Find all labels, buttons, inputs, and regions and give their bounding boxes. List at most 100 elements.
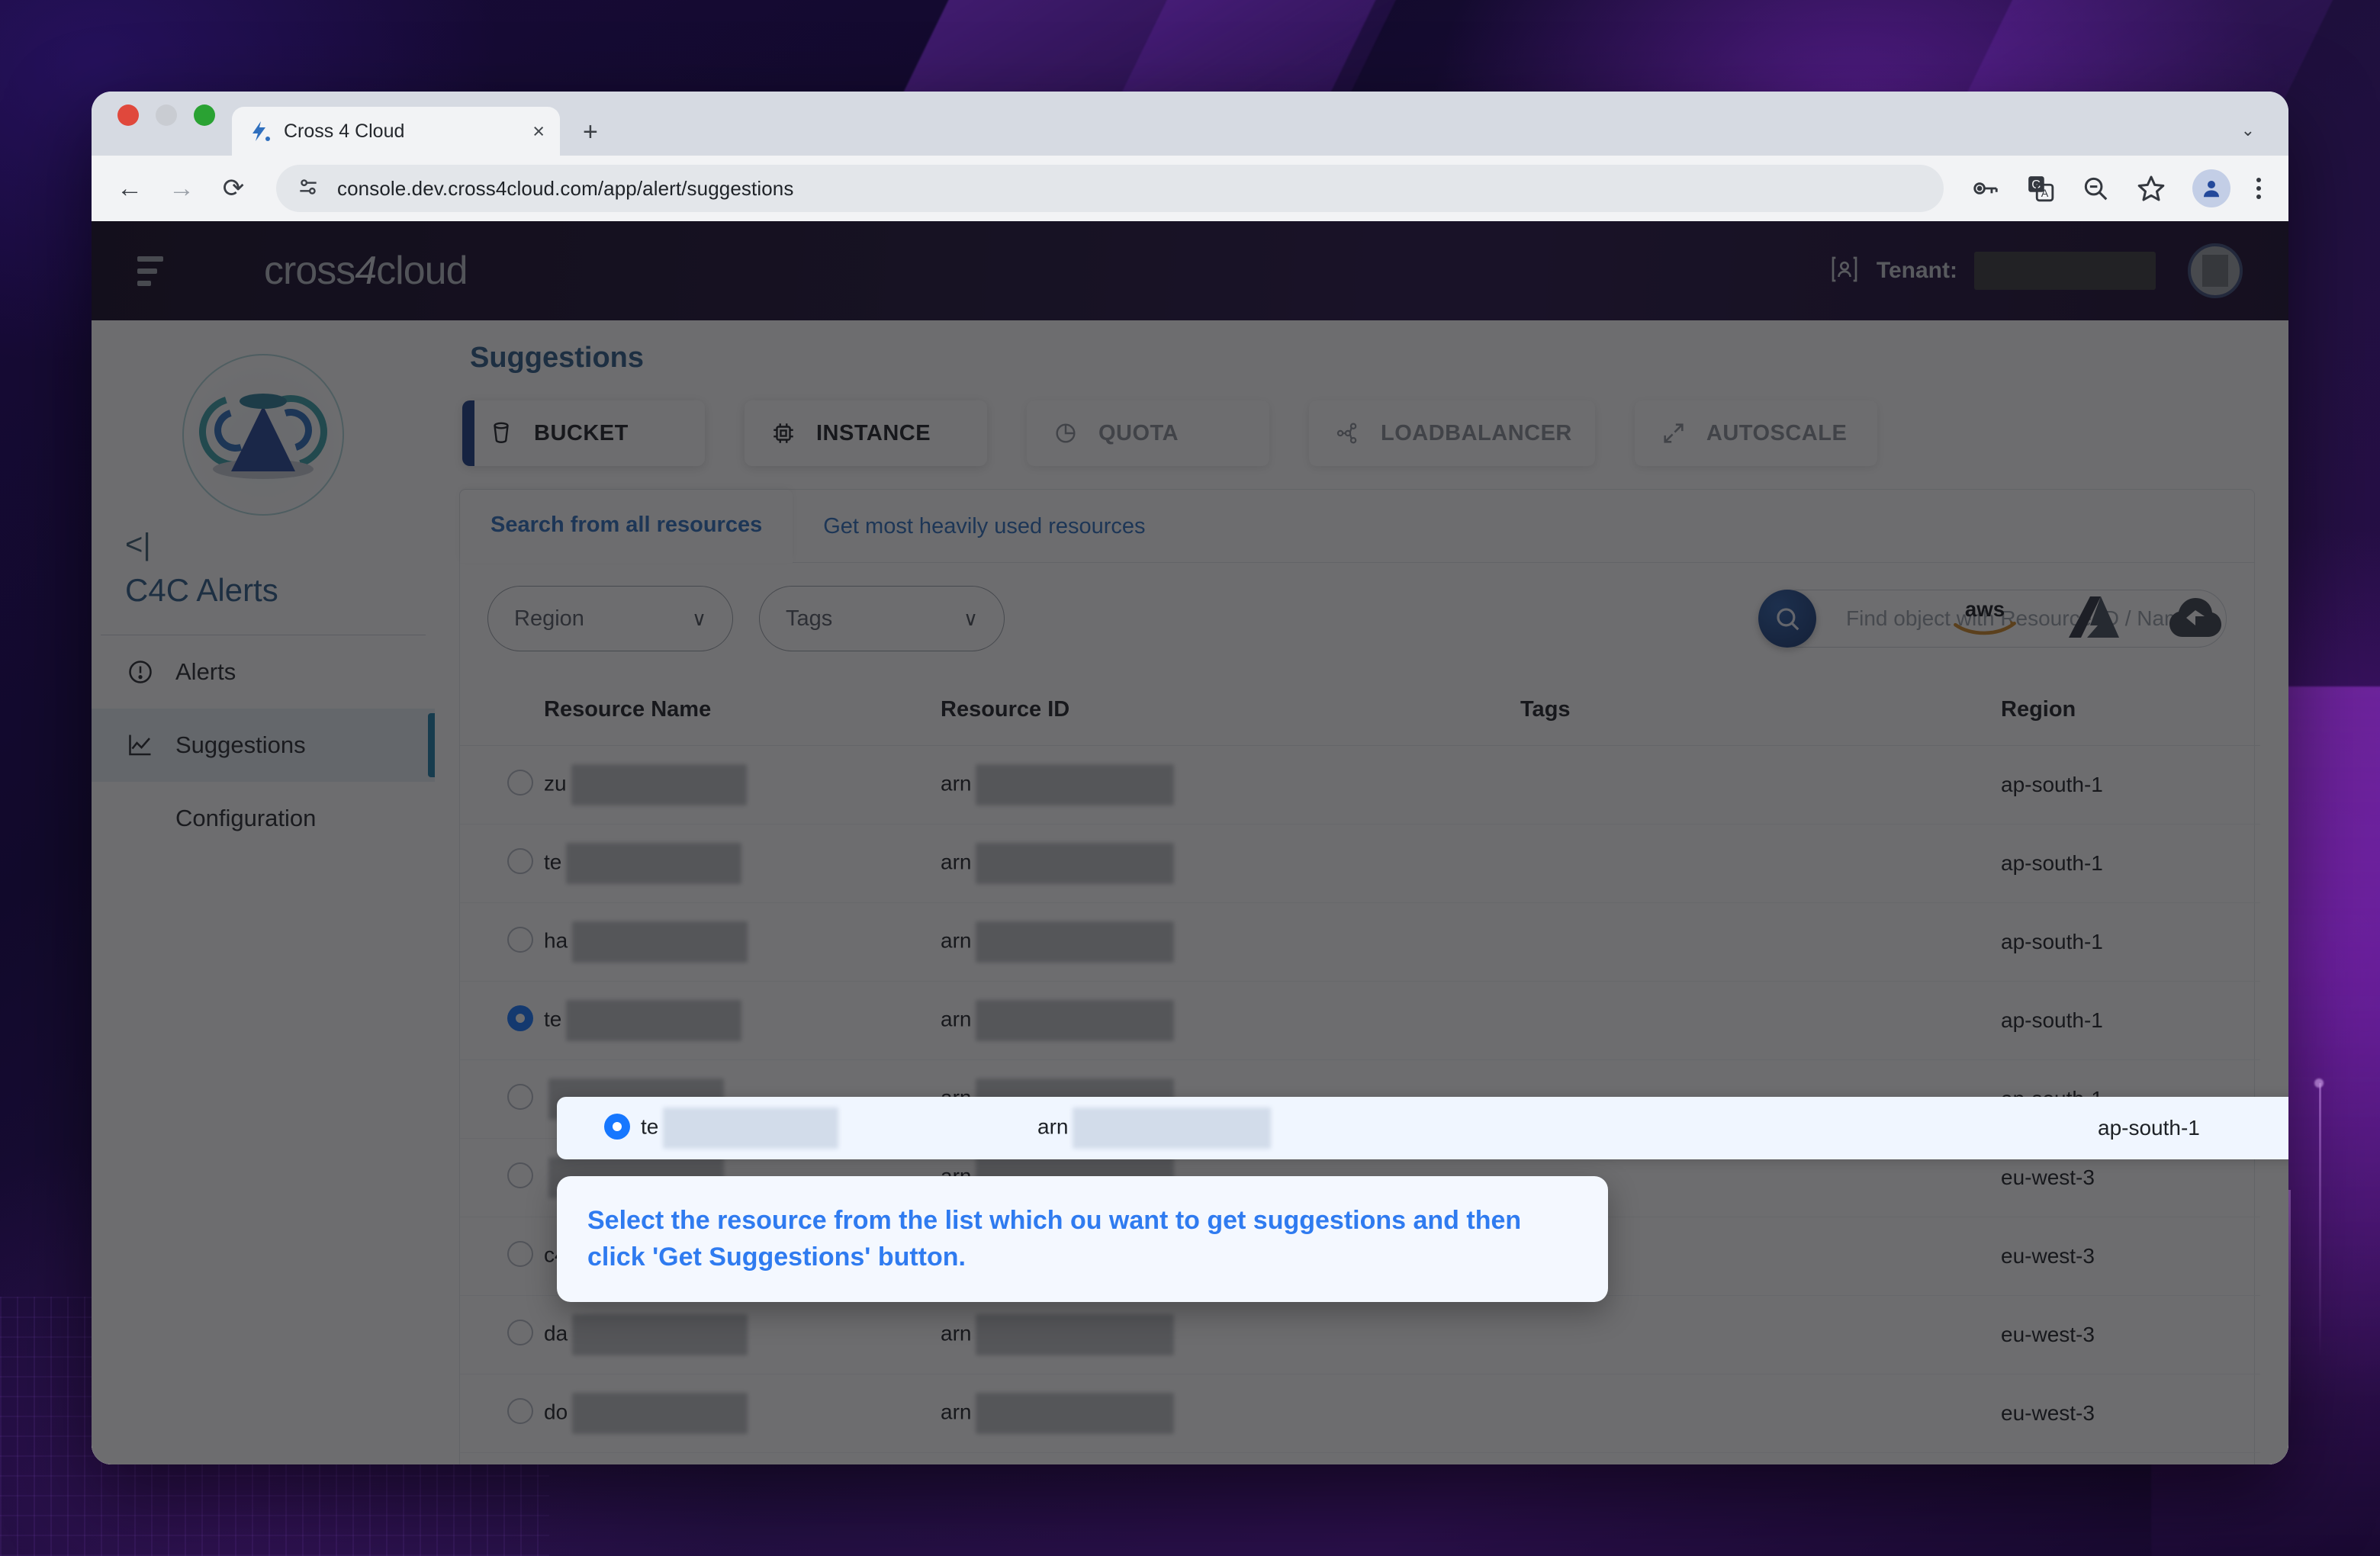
app-viewport: cross4cloud Tenant: <| C4C Alerts Alerts… <box>92 221 2288 1464</box>
tab-get-most-heavily-used-resources[interactable]: Get most heavily used resources <box>793 491 1176 562</box>
row-radio[interactable] <box>507 926 533 953</box>
search-icon[interactable] <box>1758 590 1816 648</box>
row-radio-selected[interactable] <box>604 1113 630 1140</box>
table-row[interactable]: te arn eu-north-1 <box>460 1452 2260 1464</box>
sidebar-item-configuration[interactable]: Configuration <box>92 782 435 855</box>
column-header-tags[interactable]: Tags <box>1520 674 2001 746</box>
table-row[interactable]: do arn eu-west-3 <box>460 1374 2260 1453</box>
wallpaper-dot <box>2314 1079 2324 1088</box>
sidebar-item-alerts[interactable]: Alerts <box>92 635 435 709</box>
resource-tab-label: AUTOSCALE <box>1706 420 1848 445</box>
kebab-menu-icon[interactable] <box>2256 178 2261 199</box>
chip-icon <box>767 420 799 446</box>
cell-resource-id: arn <box>1037 1114 1069 1139</box>
cell-resource-name: te <box>544 850 562 874</box>
key-icon[interactable] <box>1971 174 2000 203</box>
menu-toggle-icon[interactable] <box>137 256 163 286</box>
select-column-header <box>460 674 544 746</box>
resource-tab-loadbalancer[interactable]: LOADBALANCER <box>1309 400 1595 466</box>
brand-prefix: cross <box>264 249 355 293</box>
row-radio[interactable] <box>507 769 533 796</box>
cell-region: eu-west-3 <box>2001 1244 2095 1268</box>
table-row[interactable]: zu arn ap-south-1 <box>460 745 2260 825</box>
cross4cloud-logo-icon <box>247 119 272 143</box>
chevron-down-icon: ∨ <box>691 606 706 630</box>
window-controls <box>117 92 215 156</box>
browser-tab[interactable]: Cross 4 Cloud × <box>232 107 560 156</box>
table-row[interactable]: te arn ap-south-1 <box>460 824 2260 903</box>
close-window-button[interactable] <box>117 104 139 126</box>
resource-tab-bucket[interactable]: BUCKET <box>462 400 705 466</box>
column-header-region[interactable]: Region <box>2001 674 2260 746</box>
row-radio[interactable] <box>507 1162 533 1188</box>
cell-region: ap-south-1 <box>2001 930 2103 953</box>
avatar[interactable] <box>2188 243 2243 298</box>
table-header-row: Resource Name Resource ID Tags Region <box>460 674 2260 746</box>
cell-resource-id: arn <box>941 771 972 796</box>
panel-tabs: Search from all resources Get most heavi… <box>460 490 2254 563</box>
resource-tab-instance[interactable]: INSTANCE <box>745 400 987 466</box>
table-row[interactable]: ha arn ap-south-1 <box>460 902 2260 982</box>
tab-search-from-all-resources[interactable]: Search from all resources <box>460 490 793 563</box>
sidebar: <| C4C Alerts Alerts Suggestions Configu… <box>92 320 435 1464</box>
row-radio[interactable] <box>507 1397 533 1424</box>
bucket-icon <box>485 420 517 446</box>
tenant-value-redacted <box>1974 252 2156 290</box>
sidebar-item-label: Configuration <box>175 805 317 831</box>
resource-tab-label: INSTANCE <box>816 420 931 445</box>
app-header: cross4cloud Tenant: <box>92 221 2288 320</box>
address-bar[interactable]: console.dev.cross4cloud.com/app/alert/su… <box>276 165 1944 212</box>
cell-resource-id: arn <box>941 1321 972 1345</box>
cloud-provider-logos: aws <box>1950 593 2223 645</box>
zoom-out-icon[interactable] <box>2081 174 2110 203</box>
reload-button[interactable]: ⟳ <box>218 175 249 201</box>
cell-region: eu-west-3 <box>2001 1165 2095 1189</box>
profile-avatar-icon[interactable] <box>2192 169 2230 207</box>
translate-icon[interactable]: G A <box>2026 174 2055 203</box>
chevron-down-icon[interactable]: ⌄ <box>2241 121 2255 140</box>
tenant-selector[interactable]: Tenant: <box>1829 252 2156 290</box>
region-filter-dropdown[interactable]: Region ∨ <box>487 586 733 651</box>
highlighted-table-row[interactable]: te arn ap-south-1 <box>557 1097 2288 1159</box>
column-header-resource-name[interactable]: Resource Name <box>544 674 941 746</box>
minimize-window-button[interactable] <box>156 104 177 126</box>
resource-tab-quota[interactable]: QUOTA <box>1027 400 1269 466</box>
close-tab-icon[interactable]: × <box>532 121 545 142</box>
resource-tab-autoscale[interactable]: AUTOSCALE <box>1634 400 1877 466</box>
cell-resource-id: arn <box>941 1400 972 1424</box>
row-radio[interactable] <box>507 1240 533 1267</box>
cell-region: eu-west-3 <box>2001 1323 2095 1346</box>
header-right: Tenant: <box>1829 243 2243 298</box>
svg-text:aws: aws <box>1965 597 2005 621</box>
expand-arrows-icon <box>1658 420 1690 446</box>
table-row[interactable]: da arn eu-west-3 <box>460 1295 2260 1374</box>
site-settings-icon[interactable] <box>296 175 320 203</box>
row-radio[interactable] <box>507 1319 533 1345</box>
cell-resource-name: zu <box>544 771 567 796</box>
bookmark-star-icon[interactable] <box>2136 173 2166 204</box>
cell-region: ap-south-1 <box>2001 851 2103 875</box>
row-radio[interactable] <box>507 1005 533 1031</box>
new-tab-button[interactable]: + <box>583 119 598 145</box>
column-header-resource-id[interactable]: Resource ID <box>941 674 1520 746</box>
sidebar-collapse-button[interactable]: <| <box>92 520 435 563</box>
row-radio[interactable] <box>507 847 533 874</box>
maximize-window-button[interactable] <box>194 104 215 126</box>
forward-button[interactable]: → <box>166 175 197 201</box>
sidebar-item-suggestions[interactable]: Suggestions <box>92 709 435 782</box>
cell-region: ap-south-1 <box>2001 773 2103 796</box>
sidebar-item-label: Alerts <box>175 658 236 685</box>
cell-region: ap-south-1 <box>2001 1008 2103 1032</box>
tags-filter-dropdown[interactable]: Tags ∨ <box>759 586 1005 651</box>
tab-title: Cross 4 Cloud <box>284 120 405 142</box>
table-row[interactable]: te arn ap-south-1 <box>460 981 2260 1060</box>
sidebar-logo <box>92 342 435 520</box>
cell-resource-name: da <box>544 1321 568 1345</box>
toolbar-icons: G A <box>1971 169 2266 207</box>
network-nodes-icon <box>1332 420 1364 446</box>
browser-window: Cross 4 Cloud × + ⌄ ← → ⟳ console.dev.cr… <box>92 92 2288 1464</box>
cell-resource-id: arn <box>941 1007 972 1031</box>
row-radio[interactable] <box>507 1083 533 1110</box>
back-button[interactable]: ← <box>114 175 145 201</box>
alert-circle-icon <box>125 658 156 686</box>
